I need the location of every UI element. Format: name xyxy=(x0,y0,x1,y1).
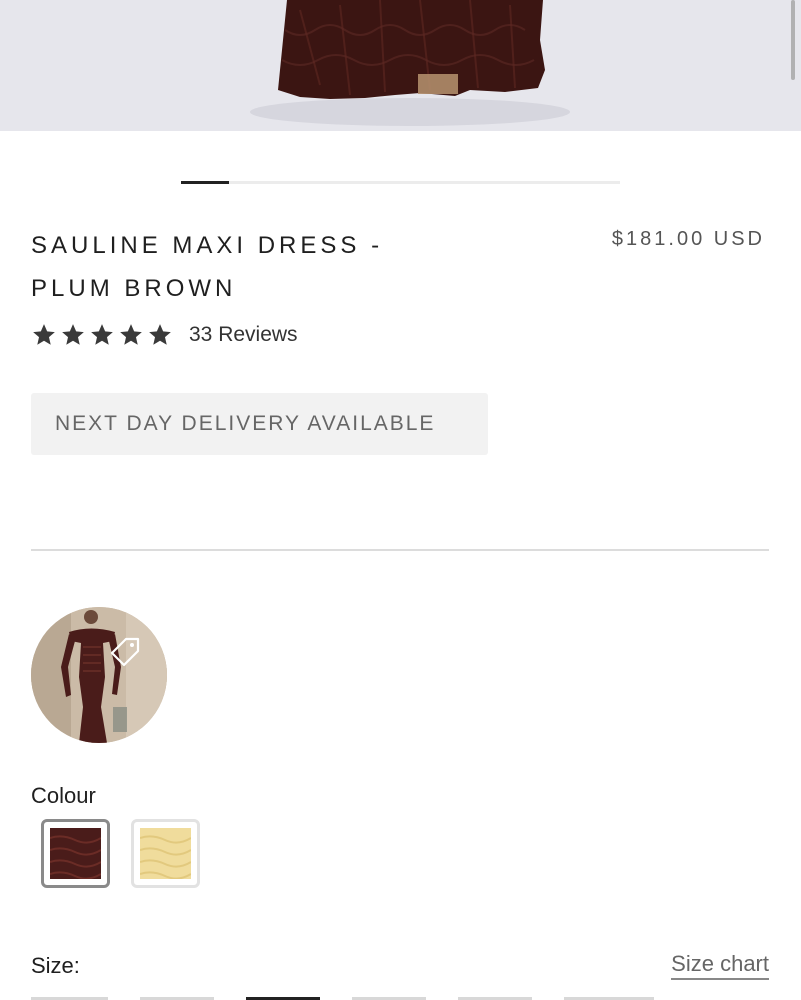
star-icon xyxy=(62,324,84,345)
delivery-badge-label: NEXT DAY DELIVERY AVAILABLE xyxy=(55,412,436,435)
carousel-progress-thumb xyxy=(181,181,229,184)
product-title-line1: SAULINE MAXI DRESS - xyxy=(31,232,384,259)
page-scrollbar[interactable] xyxy=(791,0,795,80)
size-label: Size: xyxy=(31,953,80,978)
reviews-link[interactable]: 33 Reviews xyxy=(189,323,298,347)
product-title-line2: PLUM BROWN xyxy=(31,275,237,302)
colour-swatch-plum-brown[interactable] xyxy=(41,819,110,888)
product-price: $181.00 USD xyxy=(611,228,765,250)
star-icon xyxy=(120,324,142,345)
product-rating[interactable]: 33 Reviews xyxy=(31,320,298,350)
size-chart-link[interactable]: Size chart xyxy=(671,951,769,980)
colour-swatch-butter-yellow[interactable] xyxy=(131,819,200,888)
shop-the-look-image[interactable] xyxy=(31,607,167,743)
delivery-badge: NEXT DAY DELIVERY AVAILABLE xyxy=(31,393,488,455)
carousel-progress[interactable] xyxy=(181,181,620,184)
tag-icon[interactable] xyxy=(108,635,142,669)
star-icon xyxy=(33,324,55,345)
star-rating xyxy=(31,322,173,348)
star-icon xyxy=(149,324,171,345)
butter-yellow-swatch-image xyxy=(140,828,191,879)
star-icon xyxy=(91,324,113,345)
product-image[interactable] xyxy=(0,0,801,131)
plum-brown-swatch-image xyxy=(50,828,101,879)
colour-label: Colour xyxy=(31,783,96,808)
section-divider xyxy=(31,549,769,551)
product-title: SAULINE MAXI DRESS - PLUM BROWN xyxy=(31,224,501,310)
